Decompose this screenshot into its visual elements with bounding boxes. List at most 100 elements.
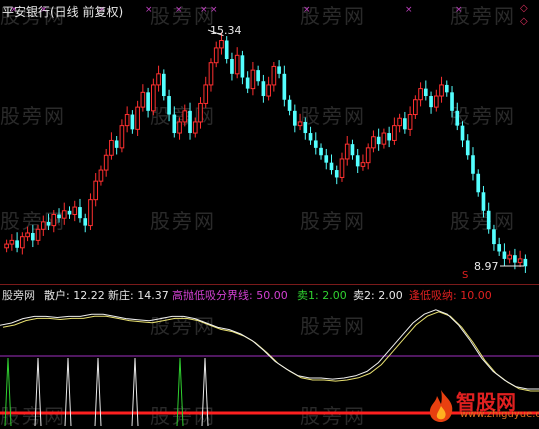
candle-body [329,162,334,171]
candle-body [245,77,250,89]
candle-body [334,170,339,178]
flame-icon [429,390,453,422]
candle-body [240,55,245,78]
candle-body [57,214,61,219]
candle-body [188,110,192,134]
candle-body [513,255,517,263]
candle-body [51,213,57,227]
candle-body [450,92,454,111]
candle-body [365,147,371,164]
candle-body [9,239,15,245]
diamond-icon[interactable]: ◇ [520,16,528,27]
candle-body [292,110,297,126]
candle-body [61,210,67,219]
candle-body [439,84,444,97]
signal-marker: × [455,5,463,15]
candle-body [444,84,449,93]
candle-body [387,133,391,141]
retail-line [0,309,539,390]
candle-body [523,258,528,267]
candle-body [167,96,171,115]
candle-body [277,66,281,74]
candle-body [497,244,502,252]
signal-spike [201,357,209,426]
candle-body [266,84,271,97]
candle-body [476,173,481,193]
candle-body [119,125,125,149]
candle-body [339,158,345,178]
candle-body [303,121,308,134]
signal-marker: × [145,5,153,15]
candle-body [360,162,366,167]
candle-body [172,114,177,134]
candle-body [130,114,135,130]
site-logo: 智股网 www.zhiguyue.com [426,386,539,426]
signal-spike [131,357,139,426]
candle-body [433,95,439,108]
candle-body [224,40,229,60]
candle-body [177,121,182,134]
candle-body [30,232,35,241]
candle-body [198,102,203,123]
candle-body [381,132,387,145]
candle-body [460,125,465,141]
candle-body [397,117,402,127]
candle-body [481,192,486,211]
candlestick-chart[interactable]: × × × × × × × × × × [0,0,539,284]
candle-body [135,106,140,130]
candle-body [192,121,198,134]
candle-body [256,70,260,82]
signal-marker: × [175,5,183,15]
candle-body [161,73,166,97]
high-price-label: 15.34 [210,24,242,37]
candle-body [350,144,355,156]
candle-body [344,143,350,160]
candle-body [103,154,109,171]
logo-url: www.zhiguyue.com [460,409,539,420]
candle-body [114,140,119,148]
candle-body [25,232,30,238]
signal-spike [34,357,42,426]
candle-body [418,88,423,101]
candle-body [78,207,82,219]
candle-body [313,140,318,148]
candle-body [20,236,25,249]
candle-body [234,54,240,75]
candle-body [403,118,407,130]
candle-body [308,133,313,141]
candle-body [324,155,329,163]
candle-body [376,136,381,145]
candle-body [471,155,475,174]
candle-body [15,240,19,248]
signal-marker: × [405,5,413,15]
signal-marker: × [210,5,218,15]
low-price-label: 8.97 [474,260,499,273]
dealer-line [2,311,539,392]
candle-body [35,228,41,241]
signal-spike [176,357,184,426]
candle-body [261,81,266,97]
candle-body [507,254,512,260]
candle-body [455,110,460,126]
candle-body [88,199,93,227]
candle-body [219,40,224,49]
candle-body [517,258,523,264]
diamond-icon[interactable]: ◇ [520,3,528,14]
candle-body [124,114,130,127]
candle-body [297,121,303,127]
chart-title: 平安银行(日线 前复权) [2,5,124,19]
candle-body [146,92,150,111]
candle-body [203,84,209,104]
candle-body [492,229,496,245]
candle-body [72,206,78,215]
period-marker: S [462,270,469,281]
chart-window: 股旁网 股旁网 股旁网 股旁网 股旁网 股旁网 股旁网 股旁网 股旁网 股旁网 … [0,0,539,428]
candle-body [230,59,234,74]
candle-body [407,114,413,130]
candle-body [213,47,219,64]
signal-marker: × [303,5,311,15]
candle-body [465,140,470,156]
candle-body [140,91,146,108]
candle-body [83,218,88,226]
candle-body [156,73,161,86]
